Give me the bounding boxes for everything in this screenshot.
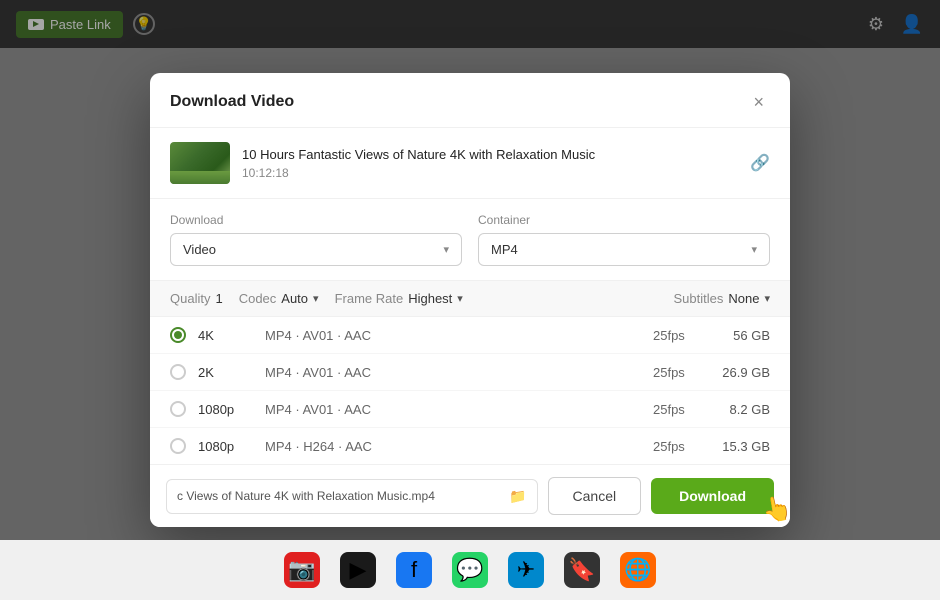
video-duration: 10:12:18: [242, 166, 738, 180]
file-path-text: c Views of Nature 4K with Relaxation Mus…: [177, 489, 435, 503]
quality-filter-label: Quality: [170, 291, 210, 306]
chevron-down-icon-2: ▾: [751, 243, 757, 256]
quality-item[interactable]: 4K MP4 · AV01 · AAC 25fps 56 GB: [150, 317, 790, 354]
container-value: MP4: [491, 242, 518, 257]
modal-header: Download Video ×: [150, 73, 790, 128]
link-icon[interactable]: 🔗: [750, 153, 770, 173]
video-info: 10 Hours Fantastic Views of Nature 4K wi…: [150, 128, 790, 199]
container-group: Container MP4 ▾: [478, 213, 770, 266]
radio-button[interactable]: [170, 364, 186, 380]
modal-title: Download Video: [170, 93, 294, 111]
bottom-icon-2: ▶: [340, 552, 376, 588]
subtitles-filter[interactable]: Subtitles None ▾: [674, 291, 770, 306]
download-type-value: Video: [183, 242, 216, 257]
video-thumbnail: [170, 142, 230, 184]
bottom-icon-1: 📷: [284, 552, 320, 588]
cursor-hand-icon: 👆: [760, 493, 790, 527]
quality-name: 1080p: [198, 439, 253, 454]
quality-list: 4K MP4 · AV01 · AAC 25fps 56 GB 2K MP4 ·…: [150, 317, 790, 464]
quality-size: 56 GB: [715, 328, 770, 343]
subtitles-filter-label: Subtitles: [674, 291, 724, 306]
codec-filter-value: Auto: [281, 291, 308, 306]
modal-overlay: Download Video × 10 Hours Fantastic View…: [0, 0, 940, 600]
quality-size: 8.2 GB: [715, 402, 770, 417]
quality-filter-value: 1: [215, 291, 222, 306]
video-title: 10 Hours Fantastic Views of Nature 4K wi…: [242, 146, 738, 164]
download-button[interactable]: Download 👆: [651, 478, 774, 514]
chevron-down-icon: ▾: [443, 243, 449, 256]
codec-filter[interactable]: Codec Auto ▾: [239, 291, 319, 306]
quality-codec: MP4 · AV01 · AAC: [265, 328, 641, 343]
quality-size: 26.9 GB: [715, 365, 770, 380]
quality-codec: MP4 · AV01 · AAC: [265, 402, 641, 417]
framerate-filter-value: Highest: [408, 291, 452, 306]
modal-footer: c Views of Nature 4K with Relaxation Mus…: [150, 464, 790, 527]
radio-button[interactable]: [170, 401, 186, 417]
quality-fps: 25fps: [653, 402, 703, 417]
quality-fps: 25fps: [653, 328, 703, 343]
quality-item[interactable]: 1080p MP4 · AV01 · AAC 25fps 8.2 GB: [150, 391, 790, 428]
quality-name: 2K: [198, 365, 253, 380]
quality-item[interactable]: 2K MP4 · AV01 · AAC 25fps 26.9 GB: [150, 354, 790, 391]
file-path: c Views of Nature 4K with Relaxation Mus…: [166, 479, 538, 514]
close-button[interactable]: ×: [747, 91, 770, 113]
download-btn-label: Download: [679, 488, 746, 504]
subtitles-filter-value: None: [728, 291, 759, 306]
quality-item[interactable]: 1080p MP4 · H264 · AAC 25fps 15.3 GB: [150, 428, 790, 464]
framerate-dropdown-icon: ▾: [457, 292, 463, 305]
quality-fps: 25fps: [653, 365, 703, 380]
quality-codec: MP4 · AV01 · AAC: [265, 365, 641, 380]
bottom-icon-4: 💬: [452, 552, 488, 588]
codec-filter-label: Codec: [239, 291, 277, 306]
download-modal: Download Video × 10 Hours Fantastic View…: [150, 73, 790, 527]
bottom-icon-3: f: [396, 552, 432, 588]
quality-codec: MP4 · H264 · AAC: [265, 439, 641, 454]
video-meta: 10 Hours Fantastic Views of Nature 4K wi…: [242, 146, 738, 180]
subtitles-dropdown-icon: ▾: [764, 292, 770, 305]
quality-size: 15.3 GB: [715, 439, 770, 454]
radio-button[interactable]: [170, 327, 186, 343]
container-select[interactable]: MP4 ▾: [478, 233, 770, 266]
quality-fps: 25fps: [653, 439, 703, 454]
options-row: Download Video ▾ Container MP4 ▾: [150, 199, 790, 281]
framerate-filter-label: Frame Rate: [335, 291, 404, 306]
download-label: Download: [170, 213, 462, 227]
quality-name: 1080p: [198, 402, 253, 417]
bottom-icon-6: 🔖: [564, 552, 600, 588]
filters-row: Quality 1 Codec Auto ▾ Frame Rate Highes…: [150, 281, 790, 317]
radio-button[interactable]: [170, 438, 186, 454]
codec-dropdown-icon: ▾: [313, 292, 319, 305]
cancel-button[interactable]: Cancel: [548, 477, 642, 515]
quality-name: 4K: [198, 328, 253, 343]
container-label: Container: [478, 213, 770, 227]
bottom-icon-5: ✈: [508, 552, 544, 588]
framerate-filter[interactable]: Frame Rate Highest ▾: [335, 291, 463, 306]
download-type-select[interactable]: Video ▾: [170, 233, 462, 266]
bottom-bar: 📷 ▶ f 💬 ✈ 🔖 🌐: [0, 540, 940, 600]
folder-icon[interactable]: 📁: [509, 488, 526, 505]
bottom-icon-7: 🌐: [620, 552, 656, 588]
quality-filter: Quality 1: [170, 291, 223, 306]
download-type-group: Download Video ▾: [170, 213, 462, 266]
